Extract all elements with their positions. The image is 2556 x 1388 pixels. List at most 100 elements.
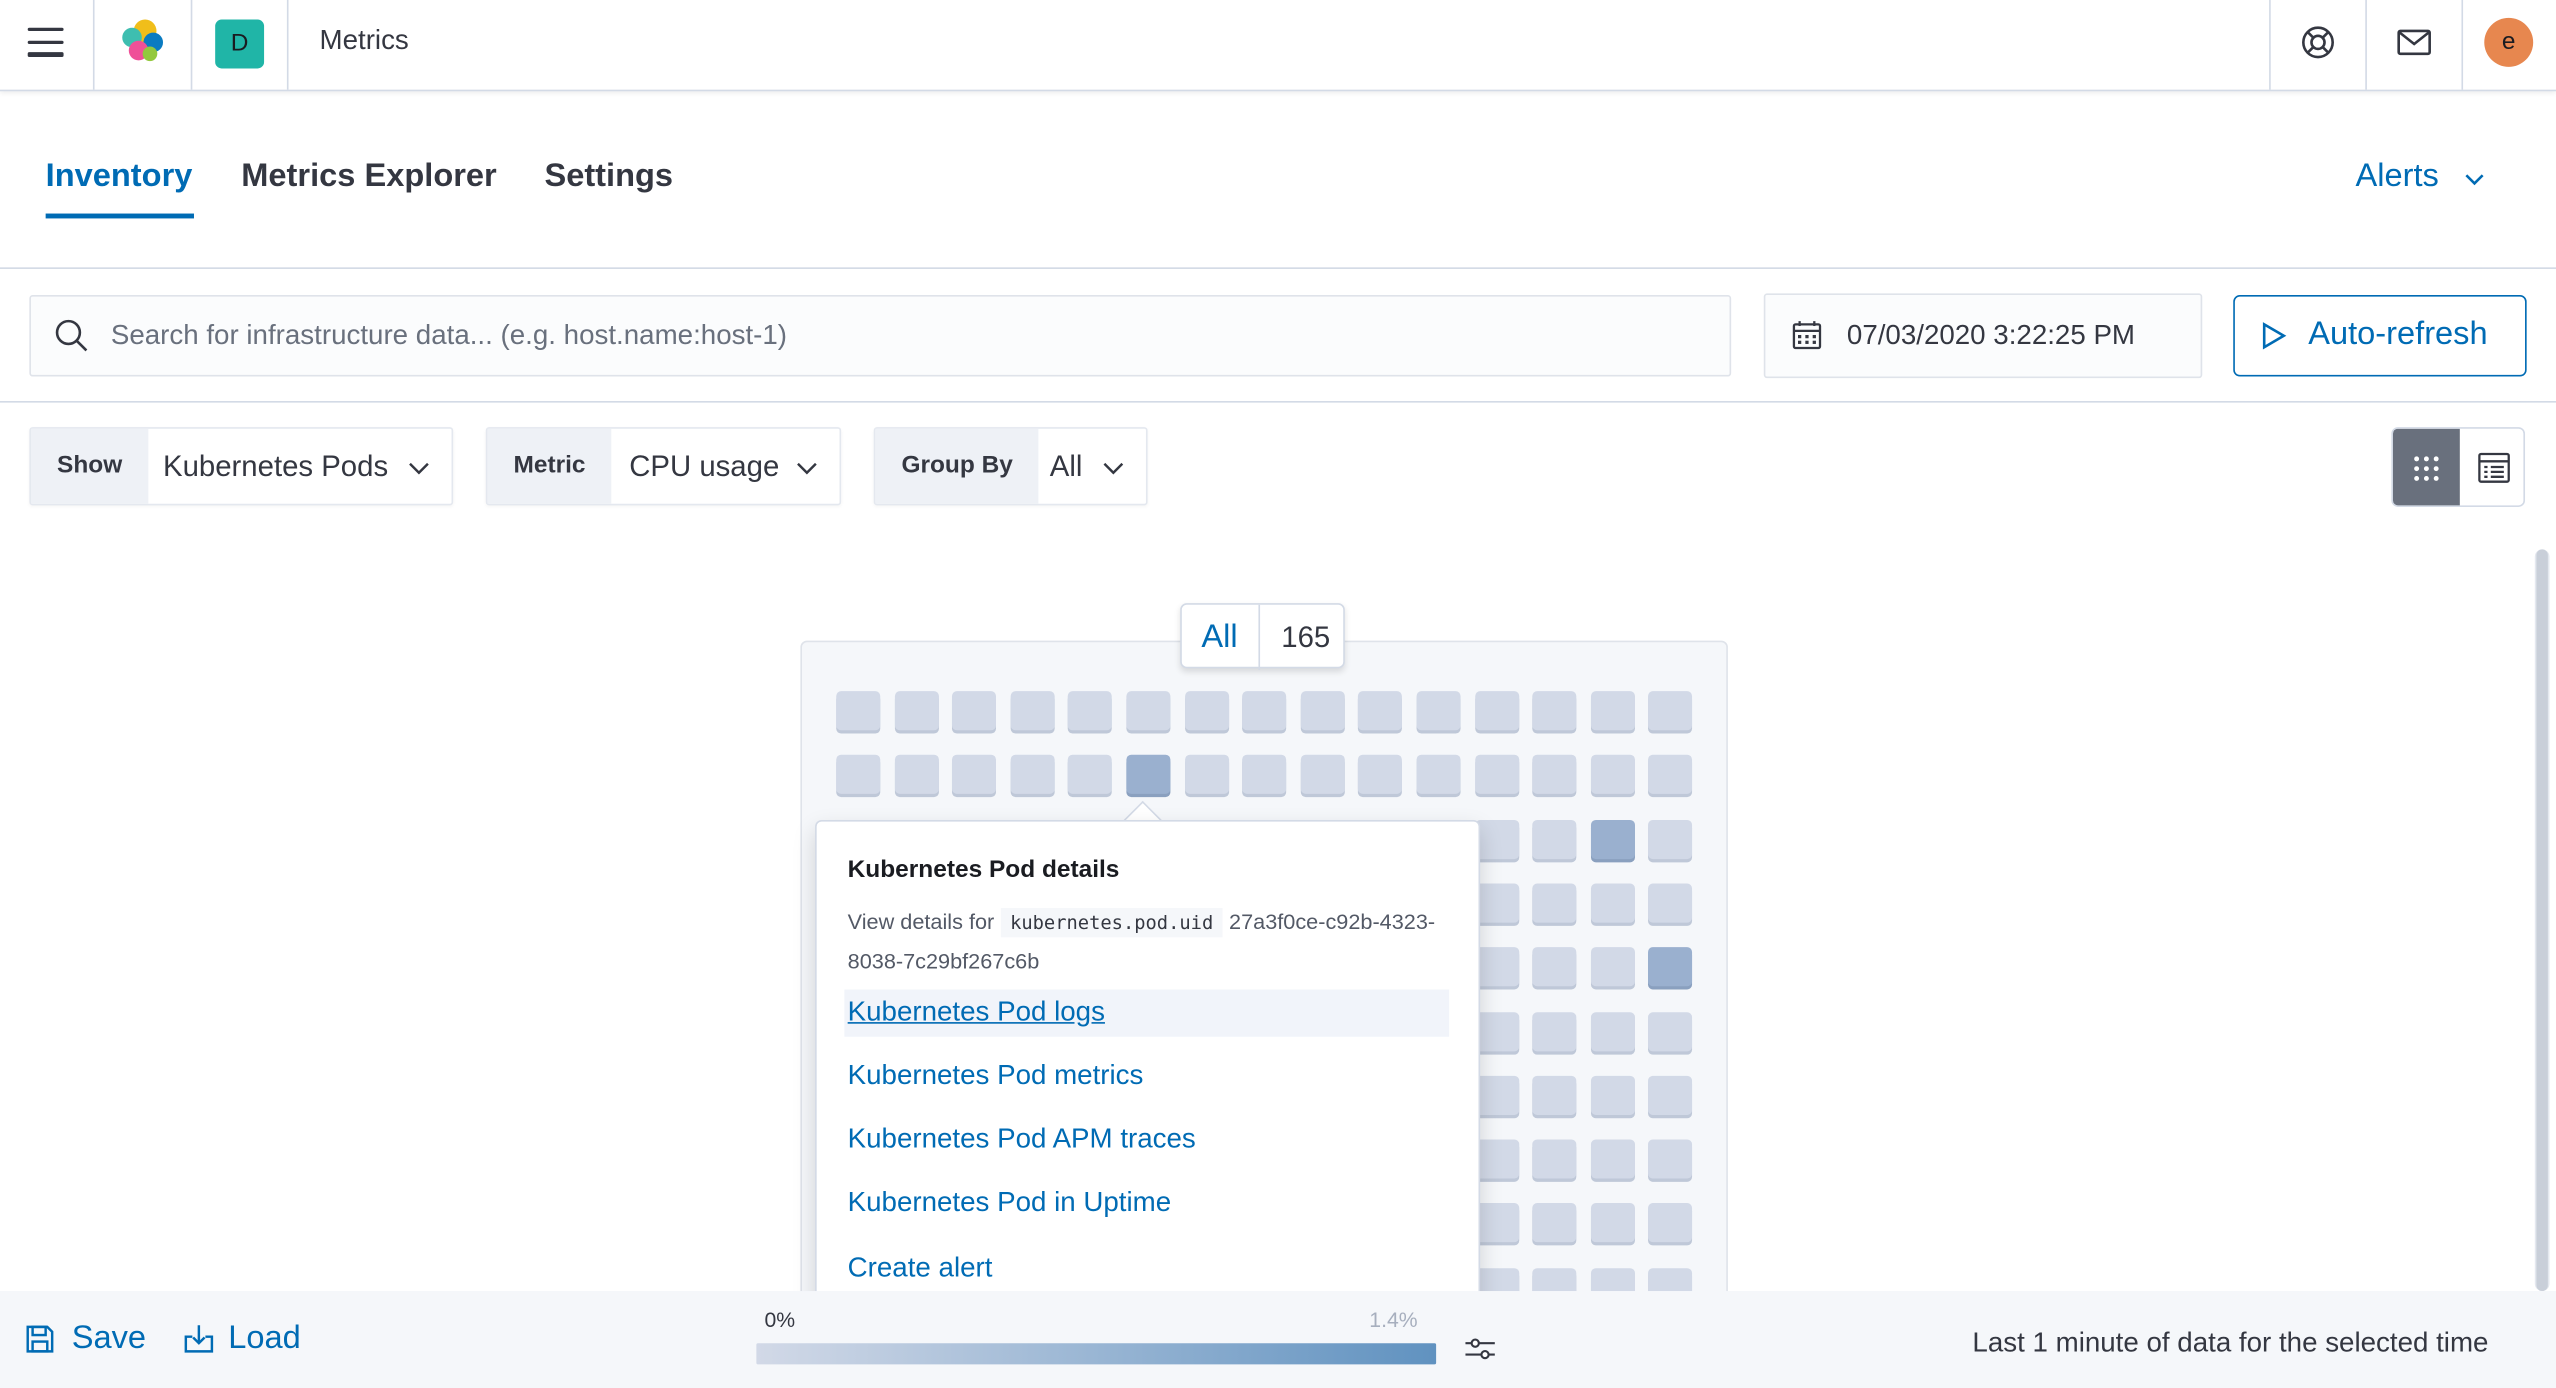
pod-node[interactable] <box>1474 819 1519 859</box>
user-avatar[interactable]: e <box>2484 17 2534 67</box>
top-header: D Metrics e <box>0 0 2556 92</box>
tab-settings[interactable]: Settings <box>544 158 673 195</box>
pod-node[interactable] <box>1474 1075 1519 1115</box>
pod-node[interactable] <box>1590 947 1635 987</box>
pod-apm-traces-link[interactable]: Kubernetes Pod APM traces <box>848 1123 1196 1156</box>
pod-node[interactable] <box>1590 1075 1635 1115</box>
pod-node[interactable] <box>836 691 881 731</box>
pod-node[interactable] <box>1416 755 1461 795</box>
header-divider <box>92 0 95 90</box>
search-input[interactable]: Search for infrastructure data... (e.g. … <box>29 295 1732 377</box>
color-legend-bar <box>756 1343 1437 1365</box>
pod-metrics-link[interactable]: Kubernetes Pod metrics <box>848 1060 1144 1093</box>
tab-metrics-explorer[interactable]: Metrics Explorer <box>241 158 496 195</box>
auto-refresh-label: Auto-refresh <box>2308 316 2488 353</box>
pod-node[interactable] <box>1648 819 1693 859</box>
map-view-button[interactable] <box>2392 428 2460 506</box>
pod-node[interactable] <box>1358 755 1403 795</box>
pod-node[interactable] <box>894 755 939 795</box>
divider <box>0 267 2556 269</box>
menu-icon[interactable] <box>27 27 64 61</box>
pod-node[interactable] <box>1184 691 1229 731</box>
pod-node[interactable] <box>1532 691 1577 731</box>
pod-node[interactable] <box>1590 1139 1635 1179</box>
scrollbar-thumb[interactable] <box>2536 549 2548 1292</box>
pod-node[interactable] <box>1648 755 1693 795</box>
tab-inventory[interactable]: Inventory <box>46 158 193 195</box>
group-badge[interactable]: All 165 <box>1180 603 1345 670</box>
chevron-down-icon <box>1103 462 1124 475</box>
help-icon[interactable] <box>2298 23 2337 62</box>
pod-node[interactable] <box>1532 1075 1577 1115</box>
pod-node[interactable] <box>1474 755 1519 795</box>
search-placeholder: Search for infrastructure data... (e.g. … <box>110 319 788 351</box>
pod-node[interactable] <box>1242 691 1287 731</box>
pod-node[interactable] <box>1126 691 1171 731</box>
pod-node[interactable] <box>952 691 997 731</box>
pod-node[interactable] <box>1648 1011 1693 1051</box>
pod-node[interactable] <box>894 691 939 731</box>
pod-node[interactable] <box>1648 1075 1693 1115</box>
auto-refresh-button[interactable]: Auto-refresh <box>2233 295 2527 377</box>
pod-node[interactable] <box>1474 883 1519 923</box>
pod-node[interactable] <box>1590 883 1635 923</box>
legend-options-icon[interactable] <box>1464 1337 1497 1363</box>
pod-node[interactable] <box>1648 691 1693 731</box>
pod-logs-link[interactable]: Kubernetes Pod logs <box>848 996 1105 1029</box>
pod-node[interactable] <box>952 755 997 795</box>
header-divider <box>2365 0 2367 90</box>
newsfeed-icon[interactable] <box>2395 23 2434 62</box>
date-picker[interactable]: 07/03/2020 3:22:25 PM <box>1763 293 2203 379</box>
pod-node[interactable] <box>1532 1011 1577 1051</box>
pod-node[interactable] <box>836 755 881 795</box>
pod-node[interactable] <box>1532 1203 1577 1243</box>
pod-uptime-link[interactable]: Kubernetes Pod in Uptime <box>848 1187 1171 1220</box>
pod-node[interactable] <box>1532 883 1577 923</box>
metric-selector[interactable]: Metric CPU usage <box>485 427 842 506</box>
pod-node[interactable] <box>1184 755 1229 795</box>
pod-node[interactable] <box>1648 947 1693 987</box>
pod-node[interactable] <box>1010 691 1055 731</box>
space-avatar[interactable]: D <box>215 19 265 69</box>
pod-node[interactable] <box>1474 1011 1519 1051</box>
pod-node[interactable] <box>1474 947 1519 987</box>
pod-node[interactable] <box>1590 1203 1635 1243</box>
calendar-icon <box>1792 321 1822 350</box>
metric-label: Metric <box>487 428 612 504</box>
legend-max-label: 1.4% <box>1369 1307 1418 1332</box>
header-divider <box>190 0 193 90</box>
pod-node[interactable] <box>1358 691 1403 731</box>
pod-node[interactable] <box>1648 883 1693 923</box>
elastic-logo[interactable] <box>117 16 166 65</box>
pod-node[interactable] <box>1126 755 1171 795</box>
table-view-button[interactable] <box>2460 429 2524 506</box>
pod-node[interactable] <box>1532 947 1577 987</box>
pod-node[interactable] <box>1010 755 1055 795</box>
create-alert-link[interactable]: Create alert <box>848 1252 993 1285</box>
pod-node[interactable] <box>1648 1203 1693 1243</box>
pod-node[interactable] <box>1300 691 1345 731</box>
scrollbar[interactable] <box>2534 549 2550 1292</box>
show-selector[interactable]: Show Kubernetes Pods <box>29 427 454 506</box>
group-by-value: All <box>1049 449 1083 483</box>
pod-node[interactable] <box>1532 819 1577 859</box>
pod-node[interactable] <box>1416 691 1461 731</box>
load-label: Load <box>228 1320 301 1357</box>
pod-node[interactable] <box>1532 755 1577 795</box>
pod-node[interactable] <box>1590 1011 1635 1051</box>
pod-node[interactable] <box>1532 1139 1577 1179</box>
pod-node[interactable] <box>1474 691 1519 731</box>
pod-node[interactable] <box>1474 1203 1519 1243</box>
view-toggle <box>2391 427 2526 507</box>
pod-node[interactable] <box>1474 1139 1519 1179</box>
pod-node[interactable] <box>1068 691 1113 731</box>
pod-node[interactable] <box>1590 755 1635 795</box>
pod-node[interactable] <box>1648 1139 1693 1179</box>
pod-node[interactable] <box>1300 755 1345 795</box>
group-by-selector[interactable]: Group By All <box>873 427 1148 506</box>
metric-value: CPU usage <box>629 449 780 483</box>
pod-node[interactable] <box>1242 755 1287 795</box>
pod-node[interactable] <box>1590 691 1635 731</box>
pod-node[interactable] <box>1068 755 1113 795</box>
pod-node[interactable] <box>1590 819 1635 859</box>
